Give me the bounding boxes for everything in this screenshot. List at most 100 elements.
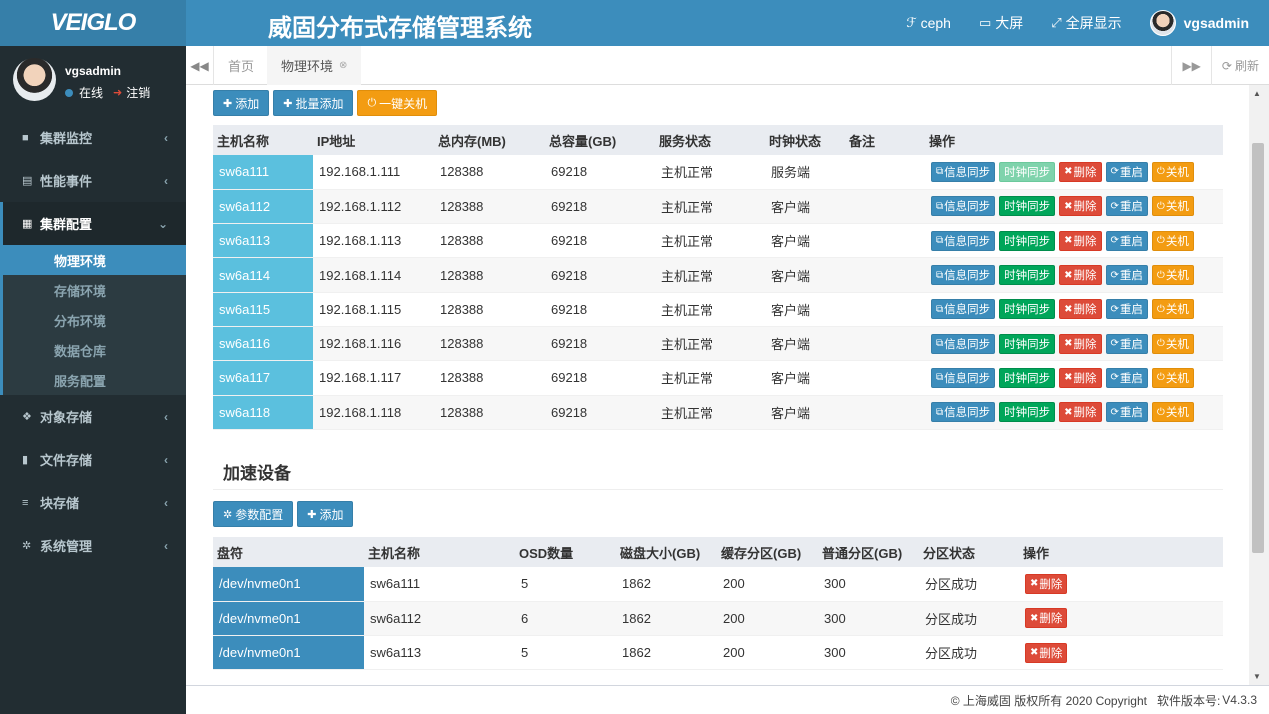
shutdown-all-button[interactable]: ⏻ 一键关机 bbox=[357, 90, 438, 116]
top-nav: ℱ ceph ▭ 大屏 ⤢ 全屏显示 vgsadmin bbox=[906, 0, 1269, 46]
add-host-button[interactable]: ✚ 添加 bbox=[213, 90, 270, 116]
nav-big-screen[interactable]: ▭ 大屏 bbox=[979, 13, 1023, 33]
sync-info-button[interactable]: ⧉ 信息同步 bbox=[931, 333, 996, 354]
power-icon: ⏻ bbox=[1156, 200, 1165, 212]
sync-info-button[interactable]: ⧉ 信息同步 bbox=[931, 230, 996, 251]
sidebar-user-name: vgsadmin bbox=[65, 64, 122, 78]
table-row: sw6a118 192.168.1.118 128388 69218 主机正常 客户端 ⧉ 信… bbox=[213, 395, 1223, 430]
shutdown-button[interactable]: ⏻ 关机 bbox=[1151, 367, 1194, 388]
main-content: ✚ 添加 ✚ 批量添加 ⏻ 一键关机 主机名称 IP地址 总内存(MB) 总容量… bbox=[186, 85, 1249, 685]
power-icon: ⏻ bbox=[367, 96, 377, 109]
user-menu[interactable]: vgsadmin bbox=[1149, 10, 1249, 36]
delete-button[interactable]: ✖ 删除 bbox=[1059, 161, 1102, 182]
table-cell: 客户端 bbox=[765, 292, 845, 327]
refresh-button[interactable]: ⟳ 刷新 bbox=[1210, 46, 1269, 85]
sync-info-button[interactable]: ⧉ 信息同步 bbox=[931, 161, 996, 182]
forward-icon: ▶▶ bbox=[1182, 58, 1201, 73]
delete-device-button[interactable]: ✖ 删除 bbox=[1025, 608, 1068, 629]
restart-button[interactable]: ⟳ 重启 bbox=[1105, 265, 1148, 286]
sidebar-item-system-admin[interactable]: ✲ 系统管理 ‹ bbox=[0, 524, 186, 567]
scroll-thumb[interactable] bbox=[1252, 143, 1264, 553]
sidebar-subitem-storage[interactable]: 存储环境 bbox=[0, 275, 186, 305]
delete-button[interactable]: ✖ 删除 bbox=[1059, 333, 1102, 354]
sync-clock-button[interactable]: 时钟同步 bbox=[999, 367, 1056, 388]
sidebar-item-cluster-config[interactable]: ▦ 集群配置 ⌄ bbox=[0, 202, 186, 245]
tab-scroll-right-button[interactable]: ▶▶ bbox=[1171, 46, 1210, 85]
sidebar-item-file-storage[interactable]: ▮ 文件存储 ‹ bbox=[0, 438, 186, 481]
host-name-cell: sw6a117 bbox=[213, 360, 313, 396]
delete-button[interactable]: ✖ 删除 bbox=[1059, 299, 1102, 320]
delete-button[interactable]: ✖ 删除 bbox=[1059, 367, 1102, 388]
nav-fullscreen[interactable]: ⤢ 全屏显示 bbox=[1051, 13, 1121, 33]
delete-button[interactable]: ✖ 删除 bbox=[1059, 196, 1102, 217]
sidebar-item-cluster-monitor[interactable]: ■ 集群监控 ‹ bbox=[0, 116, 186, 159]
actions-cell: ⧉ 信息同步 时钟同步 ✖ 删除 ⟳ 重启 ⏻ 关机 bbox=[925, 223, 1223, 259]
shutdown-button[interactable]: ⏻ 关机 bbox=[1151, 230, 1194, 251]
restart-button[interactable]: ⟳ 重启 bbox=[1105, 230, 1148, 251]
sync-info-button[interactable]: ⧉ 信息同步 bbox=[931, 402, 996, 423]
sync-clock-button[interactable]: 时钟同步 bbox=[999, 196, 1056, 217]
shutdown-button[interactable]: ⏻ 关机 bbox=[1151, 196, 1194, 217]
table-cell: 主机正常 bbox=[655, 326, 765, 362]
batch-add-button[interactable]: ✚ 批量添加 bbox=[273, 90, 354, 116]
table-cell: 192.168.1.115 bbox=[313, 292, 434, 327]
tab-physical-env[interactable]: 物理环境 ⊗ bbox=[267, 46, 362, 85]
sync-clock-button[interactable]: 时钟同步 bbox=[999, 161, 1056, 182]
tab-scroll-left-button[interactable]: ◀◀ bbox=[186, 46, 214, 85]
sync-clock-button[interactable]: 时钟同步 bbox=[999, 299, 1056, 320]
sidebar-item-block-storage[interactable]: ≡ 块存储 ‹ bbox=[0, 481, 186, 524]
column-header: 盘符 bbox=[213, 537, 364, 567]
logout-link[interactable]: 注销 bbox=[126, 84, 150, 101]
delete-button[interactable]: ✖ 删除 bbox=[1059, 265, 1102, 286]
sync-clock-button[interactable]: 时钟同步 bbox=[999, 230, 1056, 251]
tab-home[interactable]: 首页 bbox=[214, 46, 268, 85]
sidebar-item-perf-events[interactable]: ▤ 性能事件 ‹ bbox=[0, 159, 186, 202]
sync-clock-button[interactable]: 时钟同步 bbox=[999, 333, 1056, 354]
close-icon[interactable]: ⊗ bbox=[339, 60, 347, 71]
monitor-icon: ▭ bbox=[978, 15, 992, 30]
restart-button[interactable]: ⟳ 重启 bbox=[1105, 367, 1148, 388]
shutdown-button[interactable]: ⏻ 关机 bbox=[1151, 161, 1194, 182]
param-config-button[interactable]: ✲ 参数配置 bbox=[213, 501, 294, 527]
sync-info-button[interactable]: ⧉ 信息同步 bbox=[931, 196, 996, 217]
sync-info-button[interactable]: ⧉ 信息同步 bbox=[931, 299, 996, 320]
delete-device-button[interactable]: ✖ 删除 bbox=[1025, 642, 1068, 663]
restart-button[interactable]: ⟳ 重启 bbox=[1105, 161, 1148, 182]
sidebar-subitem-service[interactable]: 服务配置 bbox=[0, 365, 186, 395]
sync-clock-button[interactable]: 时钟同步 bbox=[999, 402, 1056, 423]
power-icon: ⏻ bbox=[1156, 269, 1165, 281]
shutdown-button[interactable]: ⏻ 关机 bbox=[1151, 299, 1194, 320]
table-cell: 128388 bbox=[434, 292, 545, 327]
column-header: 普通分区(GB) bbox=[818, 537, 919, 567]
delete-button[interactable]: ✖ 删除 bbox=[1059, 402, 1102, 423]
nav-ceph[interactable]: ℱ ceph bbox=[906, 15, 951, 31]
sidebar-subitem-warehouse[interactable]: 数据仓库 bbox=[0, 335, 186, 365]
table-cell: 客户端 bbox=[765, 257, 845, 293]
shutdown-button[interactable]: ⏻ 关机 bbox=[1151, 333, 1194, 354]
table-cell: 69218 bbox=[545, 189, 655, 225]
actions-cell: ⧉ 信息同步 时钟同步 ✖ 删除 ⟳ 重启 ⏻ 关机 bbox=[925, 292, 1223, 327]
restart-button[interactable]: ⟳ 重启 bbox=[1105, 196, 1148, 217]
shutdown-button[interactable]: ⏻ 关机 bbox=[1151, 402, 1194, 423]
restart-button[interactable]: ⟳ 重启 bbox=[1105, 333, 1148, 354]
sync-clock-button[interactable]: 时钟同步 bbox=[999, 265, 1056, 286]
add-device-button[interactable]: ✚ 添加 bbox=[297, 501, 354, 527]
scroll-up-icon[interactable]: ▲ bbox=[1253, 89, 1261, 98]
plus-icon: ✚ bbox=[307, 508, 317, 521]
sync-info-button[interactable]: ⧉ 信息同步 bbox=[931, 265, 996, 286]
restart-button[interactable]: ⟳ 重启 bbox=[1105, 402, 1148, 423]
restart-button[interactable]: ⟳ 重启 bbox=[1105, 299, 1148, 320]
delete-device-button[interactable]: ✖ 删除 bbox=[1025, 573, 1068, 594]
refresh-icon: ⟳ bbox=[1110, 303, 1119, 315]
shutdown-button[interactable]: ⏻ 关机 bbox=[1151, 265, 1194, 286]
sidebar-item-object-storage[interactable]: ❖ 对象存储 ‹ bbox=[0, 395, 186, 438]
logo[interactable]: VEIGLO bbox=[0, 0, 186, 46]
scroll-down-icon[interactable]: ▼ bbox=[1253, 672, 1261, 681]
sync-info-button[interactable]: ⧉ 信息同步 bbox=[931, 367, 996, 388]
sidebar-subitem-physical[interactable]: 物理环境 bbox=[0, 245, 186, 275]
content-scrollbar[interactable]: ▲ ▼ bbox=[1249, 85, 1269, 685]
delete-button[interactable]: ✖ 删除 bbox=[1059, 230, 1102, 251]
sidebar-subitem-distribution[interactable]: 分布环境 bbox=[0, 305, 186, 335]
table-cell: 主机正常 bbox=[655, 292, 765, 327]
actions-cell: ⧉ 信息同步 时钟同步 ✖ 删除 ⟳ 重启 ⏻ 关机 bbox=[925, 189, 1223, 225]
